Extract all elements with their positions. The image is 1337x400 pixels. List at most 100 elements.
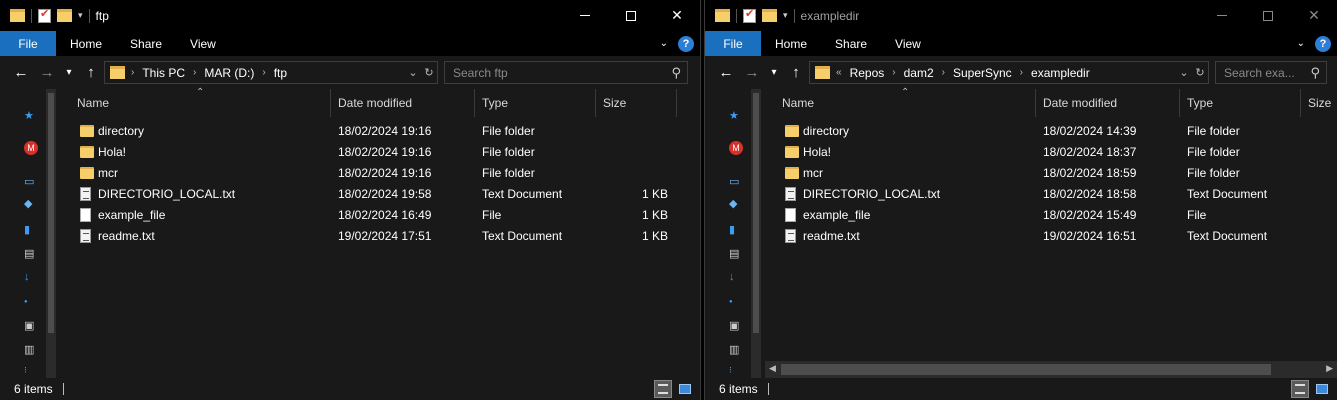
expand-ribbon-icon[interactable]: ⌄ [1297, 38, 1305, 49]
videos-icon[interactable]: ▥ [24, 343, 34, 356]
recent-locations-icon[interactable]: ▾ [60, 67, 78, 78]
minimize-button[interactable] [1199, 0, 1245, 31]
breadcrumb-item[interactable]: dam2 [904, 66, 934, 80]
desktop-icon[interactable]: ▮ [729, 223, 735, 236]
table-row[interactable]: directory 18/02/2024 14:39 File folder [765, 121, 1337, 142]
new-folder-icon[interactable] [57, 9, 72, 22]
tab-file[interactable]: File [0, 31, 56, 56]
address-bar[interactable]: › This PC › MAR (D:) › ftp ⌄ ↻ [104, 61, 438, 84]
breadcrumb-item[interactable]: MAR (D:) [204, 66, 254, 80]
breadcrumb-item[interactable]: exampledir [1031, 66, 1090, 80]
scroll-right-icon[interactable]: ▶ [1326, 363, 1333, 374]
documents-icon[interactable]: ▤ [24, 247, 34, 260]
close-button[interactable]: ✕ [654, 0, 700, 31]
videos-icon[interactable]: ▥ [729, 343, 739, 356]
3d-objects-icon[interactable]: ◆ [729, 197, 737, 210]
scroll-left-icon[interactable]: ◀ [769, 363, 776, 374]
downloads-icon[interactable]: ↓ [729, 271, 735, 283]
scrollbar-thumb[interactable] [48, 93, 54, 333]
customize-toolbar-icon[interactable]: ▾ [783, 10, 788, 21]
scrollbar-thumb[interactable] [753, 93, 759, 333]
folder-icon[interactable] [715, 9, 730, 22]
this-pc-icon[interactable]: ▭ [24, 175, 34, 188]
help-icon[interactable]: ? [678, 35, 694, 52]
table-row[interactable]: readme.txt 19/02/2024 17:51 Text Documen… [60, 226, 700, 247]
tab-view[interactable]: View [176, 37, 230, 51]
navigation-pane-scrollbar[interactable] [751, 89, 761, 378]
up-icon[interactable]: ↑ [78, 64, 104, 81]
music-icon[interactable]: ● [729, 299, 733, 305]
details-view-button[interactable] [1291, 380, 1309, 398]
column-header-type[interactable]: Type [465, 89, 596, 117]
mega-icon[interactable]: M [729, 141, 743, 155]
breadcrumb-item[interactable]: Repos [850, 66, 885, 80]
this-pc-icon[interactable]: ▭ [729, 175, 739, 188]
pictures-icon[interactable]: ▣ [729, 319, 739, 332]
search-input[interactable]: Search exa... ⚲ [1215, 61, 1327, 84]
music-icon[interactable]: ● [24, 299, 28, 305]
chevron-down-icon[interactable]: ⌄ [1176, 66, 1192, 79]
back-icon[interactable]: ← [713, 64, 739, 81]
column-header-type[interactable]: Type [1170, 89, 1301, 117]
refresh-icon[interactable]: ↻ [1192, 66, 1208, 79]
tab-file[interactable]: File [705, 31, 761, 56]
tab-home[interactable]: Home [761, 37, 821, 51]
details-view-button[interactable] [654, 380, 672, 398]
breadcrumb-item[interactable]: ftp [274, 66, 287, 80]
table-row[interactable]: readme.txt 19/02/2024 16:51 Text Documen… [765, 226, 1337, 247]
up-icon[interactable]: ↑ [783, 64, 809, 81]
expand-ribbon-icon[interactable]: ⌄ [660, 38, 668, 49]
tab-share[interactable]: Share [821, 37, 881, 51]
close-button[interactable]: ✕ [1291, 0, 1337, 31]
drive-icon[interactable]: ⁝ [24, 365, 27, 376]
properties-icon[interactable] [743, 7, 756, 23]
drive-icon[interactable]: ⁝ [729, 365, 732, 376]
chevron-right-icon[interactable]: › [193, 67, 196, 78]
quick-access-icon[interactable]: ★ [24, 109, 34, 122]
column-header-size[interactable]: Size [586, 89, 677, 117]
chevron-down-icon[interactable]: ⌄ [405, 66, 421, 79]
chevron-right-icon[interactable]: › [262, 67, 265, 78]
chevron-right-icon[interactable]: › [892, 67, 895, 78]
scrollbar-thumb[interactable] [781, 364, 1271, 375]
column-header-name[interactable]: Name ⌃ [60, 87, 331, 117]
customize-toolbar-icon[interactable]: ▾ [78, 10, 83, 21]
navigation-pane-scrollbar[interactable] [46, 89, 56, 378]
3d-objects-icon[interactable]: ◆ [24, 197, 32, 210]
table-row[interactable]: Hola! 18/02/2024 18:37 File folder [765, 142, 1337, 163]
documents-icon[interactable]: ▤ [729, 247, 739, 260]
tab-share[interactable]: Share [116, 37, 176, 51]
breadcrumb-item[interactable]: SuperSync [953, 66, 1012, 80]
search-input[interactable]: Search ftp ⚲ [444, 61, 688, 84]
table-row[interactable]: DIRECTORIO_LOCAL.txt 18/02/2024 19:58 Te… [60, 184, 700, 205]
table-row[interactable]: example_file 18/02/2024 16:49 File 1 KB [60, 205, 700, 226]
breadcrumb-overflow[interactable]: « [836, 67, 842, 78]
table-row[interactable]: mcr 18/02/2024 18:59 File folder [765, 163, 1337, 184]
chevron-right-icon[interactable]: › [942, 67, 945, 78]
column-header-date[interactable]: Date modified [1026, 89, 1180, 117]
column-header-name[interactable]: Name ⌃ [765, 87, 1036, 117]
quick-access-icon[interactable]: ★ [729, 109, 739, 122]
chevron-right-icon[interactable]: › [131, 67, 134, 78]
tab-view[interactable]: View [881, 37, 935, 51]
mega-icon[interactable]: M [24, 141, 38, 155]
desktop-icon[interactable]: ▮ [24, 223, 30, 236]
forward-icon[interactable]: → [34, 64, 60, 81]
forward-icon[interactable]: → [739, 64, 765, 81]
large-icons-view-button[interactable] [1313, 380, 1331, 398]
tab-home[interactable]: Home [56, 37, 116, 51]
table-row[interactable]: directory 18/02/2024 19:16 File folder [60, 121, 700, 142]
downloads-icon[interactable]: ↓ [24, 271, 30, 283]
maximize-button[interactable] [608, 0, 654, 31]
back-icon[interactable]: ← [8, 64, 34, 81]
column-header-size[interactable]: Size [1291, 89, 1337, 117]
recent-locations-icon[interactable]: ▾ [765, 67, 783, 78]
address-bar[interactable]: « Repos › dam2 › SuperSync › exampledir … [809, 61, 1209, 84]
table-row[interactable]: example_file 18/02/2024 15:49 File [765, 205, 1337, 226]
help-icon[interactable]: ? [1315, 35, 1331, 52]
properties-icon[interactable] [38, 7, 51, 23]
horizontal-scrollbar[interactable]: ◀ ▶ [765, 361, 1337, 378]
table-row[interactable]: mcr 18/02/2024 19:16 File folder [60, 163, 700, 184]
new-folder-icon[interactable] [762, 9, 777, 22]
large-icons-view-button[interactable] [676, 380, 694, 398]
